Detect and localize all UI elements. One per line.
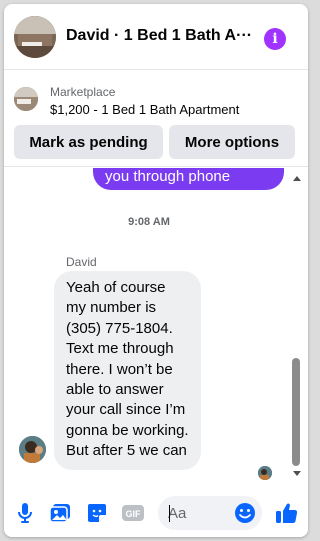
- incoming-message[interactable]: Yeah of course my number is (305) 775-18…: [54, 271, 201, 470]
- microphone-icon[interactable]: [14, 502, 36, 524]
- thumbs-up-icon[interactable]: [275, 501, 299, 525]
- svg-text:GIF: GIF: [126, 509, 142, 519]
- outgoing-message[interactable]: you through phone: [93, 168, 284, 190]
- scroll-down-arrow-icon[interactable]: [293, 471, 301, 476]
- gif-icon[interactable]: GIF: [122, 502, 144, 524]
- chat-window: David · 1 Bed 1 Bath A··· i Marketplace …: [4, 4, 308, 537]
- read-receipt-avatar: [258, 466, 272, 480]
- listing-thumbnail[interactable]: [14, 87, 38, 111]
- sticker-icon[interactable]: [86, 502, 108, 524]
- listing-title[interactable]: $1,200 - 1 Bed 1 Bath Apartment: [50, 102, 239, 117]
- listing-source: Marketplace: [50, 85, 116, 99]
- chat-header: David · 1 Bed 1 Bath A··· i: [4, 4, 308, 70]
- avatar[interactable]: [14, 16, 56, 58]
- more-options-button[interactable]: More options: [169, 125, 295, 159]
- message-input-wrapper: [158, 496, 262, 530]
- message-scrollbar[interactable]: [291, 172, 303, 484]
- marketplace-listing: Marketplace $1,200 - 1 Bed 1 Bath Apartm…: [4, 71, 308, 167]
- sender-name: David: [66, 255, 97, 269]
- text-caret: [169, 505, 170, 522]
- message-composer: GIF: [4, 488, 308, 537]
- sender-avatar[interactable]: [19, 436, 46, 463]
- mark-as-pending-button[interactable]: Mark as pending: [14, 125, 163, 159]
- photo-icon[interactable]: [49, 502, 71, 524]
- emoji-icon[interactable]: [234, 502, 256, 524]
- message-timestamp: 9:08 AM: [128, 216, 170, 228]
- scrollbar-thumb[interactable]: [292, 358, 300, 466]
- scroll-up-arrow-icon[interactable]: [293, 176, 301, 181]
- message-input[interactable]: [168, 503, 230, 523]
- chat-title[interactable]: David · 1 Bed 1 Bath A···: [66, 27, 256, 45]
- message-thread: you through phone 9:08 AM David Yeah of …: [4, 168, 308, 486]
- info-icon[interactable]: i: [264, 28, 286, 50]
